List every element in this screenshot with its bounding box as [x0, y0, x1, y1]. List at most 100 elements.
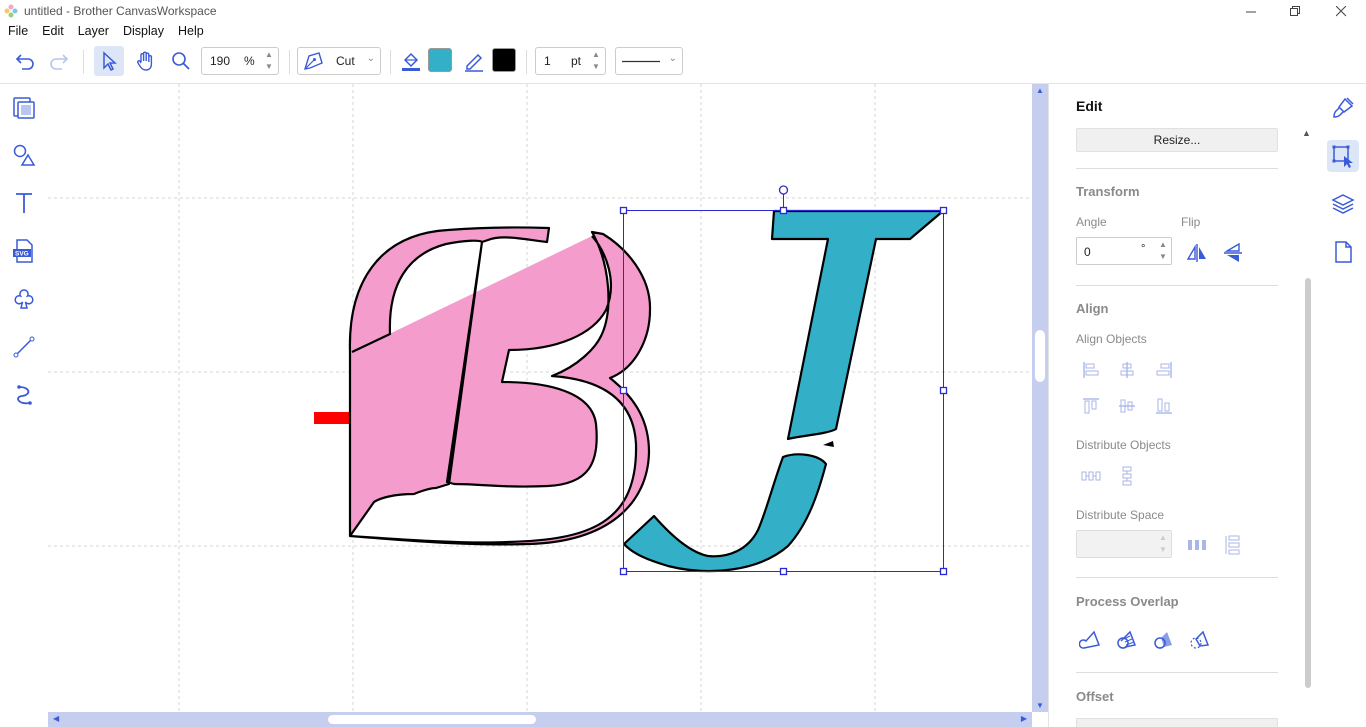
minimize-button[interactable]: [1228, 0, 1274, 22]
angle-label: Angle: [1076, 215, 1107, 229]
menu-edit[interactable]: Edit: [35, 22, 71, 40]
letter-j-shape[interactable]: [622, 209, 945, 573]
distribute-space-stepper: ▲ ▼: [1076, 530, 1172, 558]
rotate-handle-icon[interactable]: [778, 185, 789, 195]
divider: [1076, 285, 1278, 286]
line-segment-icon: [13, 336, 35, 358]
angle-value: 0: [1084, 245, 1091, 259]
align-objects-label: Align Objects: [1076, 332, 1147, 346]
canvas-vertical-scrollbar[interactable]: ▲ ▼: [1032, 84, 1048, 712]
title-bar: untitled - Brother CanvasWorkspace: [0, 0, 1366, 22]
menu-file[interactable]: File: [0, 22, 35, 40]
align-center-icon: [1120, 362, 1134, 378]
offset-button[interactable]: [1076, 718, 1278, 727]
edit-panel: Edit Resize... Transform Angle Flip 0 ° …: [1048, 84, 1318, 727]
tab-edit[interactable]: [1327, 140, 1359, 172]
scrollbar-corner: [1032, 712, 1048, 727]
distribute-spin-arrows-icon: ▲ ▼: [1159, 533, 1167, 554]
pan-tool-button[interactable]: [130, 46, 160, 76]
menu-help[interactable]: Help: [171, 22, 211, 40]
text-button[interactable]: [9, 188, 39, 218]
zoom-tool-button[interactable]: [166, 46, 196, 76]
subtract-button[interactable]: [1151, 627, 1177, 653]
import-svg-button[interactable]: SVG: [9, 236, 39, 266]
pen-nib-icon: [303, 52, 323, 70]
line-draw-button[interactable]: [9, 332, 39, 362]
line-width-value: 1: [544, 54, 551, 68]
fill-color-swatch[interactable]: [428, 48, 452, 72]
design-canvas[interactable]: [48, 84, 1032, 712]
distribute-vertical-icon: [1122, 466, 1132, 486]
transform-title: Transform: [1076, 184, 1140, 199]
vertical-scroll-thumb[interactable]: [1035, 330, 1045, 382]
line-width-stepper[interactable]: 1 pt ▲ ▼: [535, 47, 606, 75]
toolbar-divider: [390, 50, 391, 74]
pencil-icon: [465, 53, 483, 72]
patterns-button[interactable]: [9, 284, 39, 314]
angle-spin-arrows-icon[interactable]: ▲ ▼: [1156, 239, 1170, 263]
menu-display[interactable]: Display: [116, 22, 171, 40]
shapes-button[interactable]: [9, 140, 39, 170]
letter-b-shape[interactable]: [348, 226, 652, 546]
mode-dropdown[interactable]: Cut ⌄: [297, 47, 381, 75]
restore-button[interactable]: [1272, 0, 1318, 22]
tab-object-properties[interactable]: [1327, 92, 1359, 124]
angle-stepper[interactable]: 0 ° ▲ ▼: [1076, 237, 1172, 265]
combine-button[interactable]: [1114, 627, 1140, 653]
chevron-down-icon: ⌄: [668, 53, 677, 64]
hand-icon: [137, 51, 153, 71]
flip-vertical-button[interactable]: [1220, 240, 1246, 266]
distribute-vertical-button: [1114, 463, 1140, 489]
flip-label: Flip: [1181, 215, 1201, 229]
freehand-button[interactable]: [9, 380, 39, 410]
flip-horizontal-icon: [1186, 244, 1206, 262]
horizontal-scroll-thumb[interactable]: [328, 715, 536, 724]
distribute-horizontal-icon: [1081, 471, 1101, 481]
space-vertical-button: [1220, 532, 1246, 558]
line-width-spin-arrows-icon[interactable]: ▲ ▼: [589, 49, 603, 73]
project-button[interactable]: [9, 92, 39, 122]
right-tab-bar: [1318, 84, 1366, 727]
shapes-icon: [13, 144, 36, 166]
flip-horizontal-button[interactable]: [1184, 240, 1210, 266]
weld-icon: [1079, 630, 1101, 649]
scroll-left-arrow-icon[interactable]: ◀: [53, 714, 59, 723]
weld-button[interactable]: [1078, 627, 1104, 653]
scroll-up-arrow-icon[interactable]: ▲: [1036, 86, 1044, 95]
line-tool-button[interactable]: [459, 46, 489, 76]
divider: [1076, 672, 1278, 673]
align-middle-button: [1114, 393, 1140, 419]
distribute-horizontal-button: [1078, 463, 1104, 489]
line-color-swatch[interactable]: [492, 48, 516, 72]
zoom-stepper[interactable]: 190 % ▲ ▼: [201, 47, 279, 75]
select-tool-button[interactable]: [94, 46, 124, 76]
process-overlap-title: Process Overlap: [1076, 594, 1179, 609]
toolbar-divider: [526, 50, 527, 74]
panel-scrollbar[interactable]: ▲: [1300, 128, 1314, 708]
distribute-space-label: Distribute Space: [1076, 508, 1165, 522]
panel-scroll-up-icon[interactable]: ▲: [1302, 128, 1311, 138]
stacked-pages-icon: [13, 97, 35, 119]
menu-layer[interactable]: Layer: [71, 22, 116, 40]
fill-tool-button[interactable]: [396, 46, 426, 76]
resize-button[interactable]: Resize...: [1076, 128, 1278, 152]
window-title: untitled - Brother CanvasWorkspace: [24, 4, 217, 18]
line-style-dropdown[interactable]: ⌄: [615, 47, 683, 75]
tab-layers[interactable]: [1327, 188, 1359, 220]
intersect-button[interactable]: [1187, 627, 1213, 653]
align-title: Align: [1076, 301, 1109, 316]
distribute-objects-label: Distribute Objects: [1076, 438, 1171, 452]
undo-button[interactable]: [10, 46, 40, 76]
scroll-down-arrow-icon[interactable]: ▼: [1036, 701, 1044, 710]
canvas-horizontal-scrollbar[interactable]: ◀ ▶: [48, 712, 1032, 727]
close-button[interactable]: [1318, 0, 1364, 22]
line-width-unit: pt: [571, 54, 582, 68]
select-transform-icon: [1332, 145, 1353, 168]
redo-button[interactable]: [44, 46, 74, 76]
scroll-right-arrow-icon[interactable]: ▶: [1021, 714, 1027, 723]
zoom-spin-arrows-icon[interactable]: ▲ ▼: [262, 49, 276, 73]
tab-page[interactable]: [1327, 236, 1359, 268]
panel-scroll-thumb[interactable]: [1305, 278, 1311, 688]
toolbar-divider: [289, 50, 290, 74]
intersect-icon: [1190, 630, 1210, 649]
